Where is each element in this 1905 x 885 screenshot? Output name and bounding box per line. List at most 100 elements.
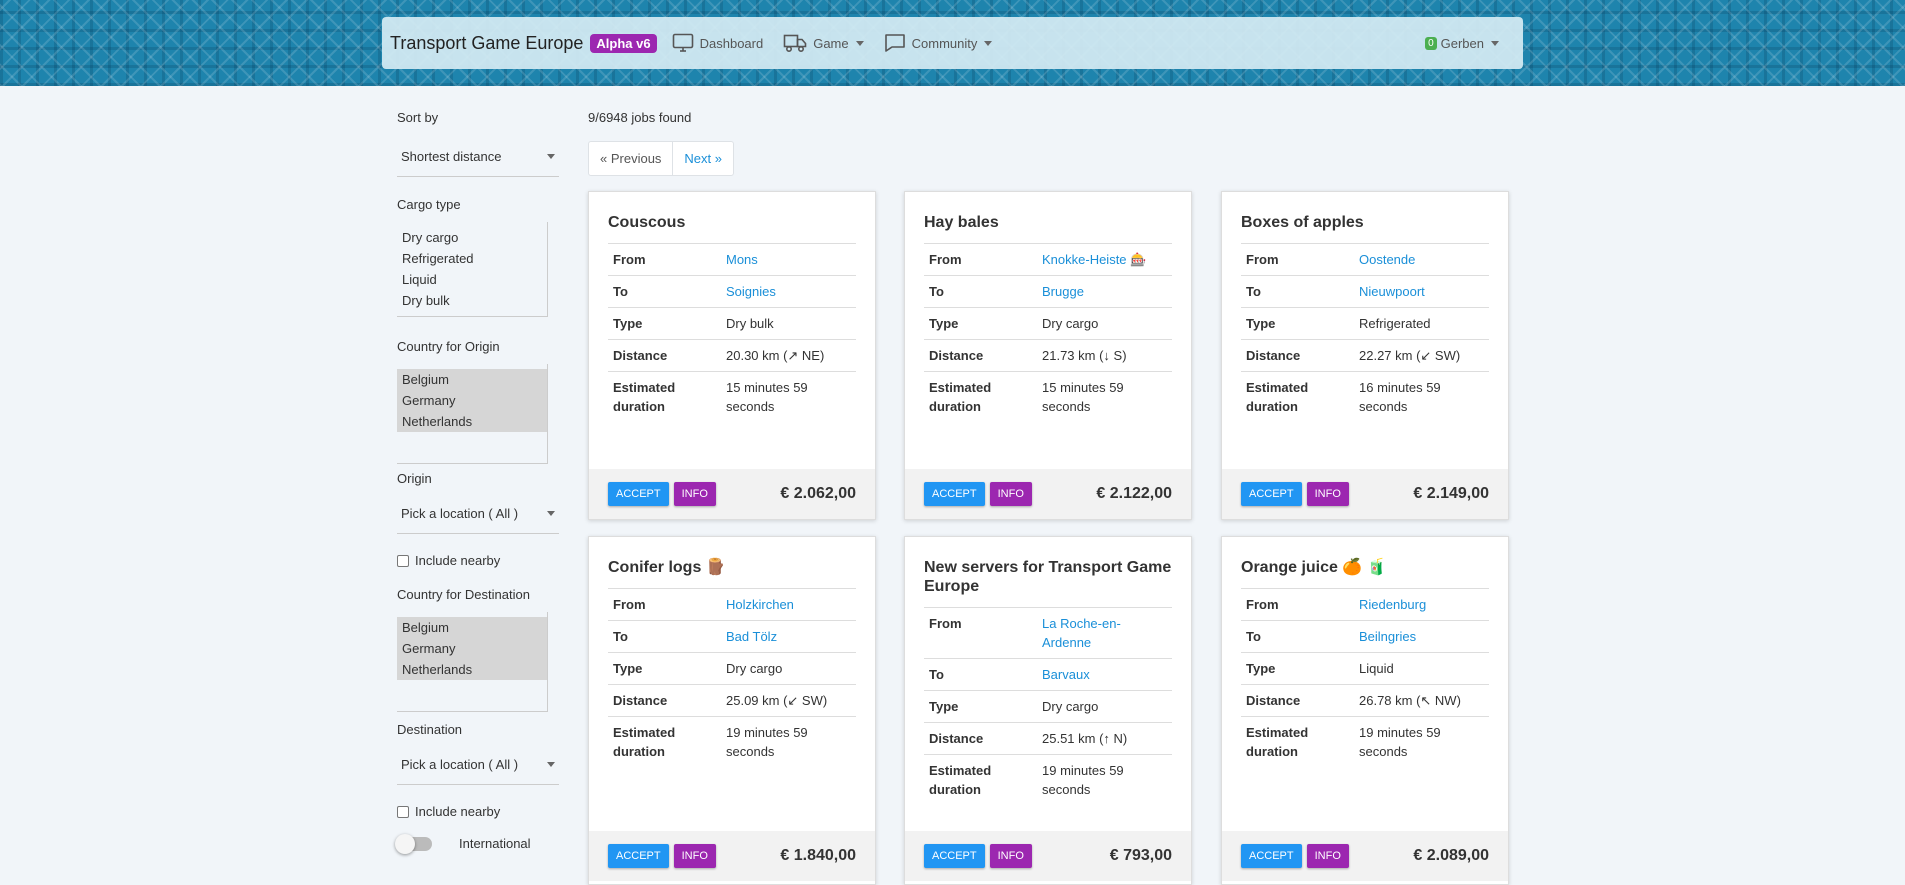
from-label: From xyxy=(929,252,962,267)
dest-include-nearby[interactable]: Include nearby xyxy=(397,804,559,819)
from-link[interactable]: Oostende xyxy=(1359,250,1484,269)
nav-dashboard-label: Dashboard xyxy=(699,35,764,51)
type-value: Dry cargo xyxy=(1042,316,1099,331)
from-label: From xyxy=(929,616,962,631)
job-duration-row: Estimated duration 19 minutes 59 seconds xyxy=(1241,717,1489,767)
cargo-option[interactable]: Dry cargo xyxy=(397,227,547,248)
sort-label: Sort by xyxy=(397,110,439,125)
nav-game[interactable]: Game xyxy=(783,33,864,53)
type-label: Type xyxy=(613,661,643,676)
job-card-footer: ACCEPT INFO € 1.840,00 xyxy=(589,831,875,881)
from-label: From xyxy=(613,252,646,267)
type-label: Type xyxy=(613,316,643,331)
to-link[interactable]: Beilngries xyxy=(1359,627,1484,646)
to-link[interactable]: Barvaux xyxy=(1042,665,1167,684)
dest-country-option[interactable]: Belgium xyxy=(397,617,547,638)
accept-button[interactable]: ACCEPT xyxy=(608,844,669,868)
nav-community[interactable]: Community xyxy=(884,33,993,53)
to-link[interactable]: Bad Tölz xyxy=(726,627,851,646)
info-button[interactable]: INFO xyxy=(989,482,1032,506)
accept-button[interactable]: ACCEPT xyxy=(924,844,985,868)
info-button[interactable]: INFO xyxy=(1306,844,1349,868)
accept-button[interactable]: ACCEPT xyxy=(924,482,985,506)
user-menu[interactable]: 0 Gerben xyxy=(1425,36,1499,51)
brand-title[interactable]: Transport Game Europe xyxy=(390,33,583,54)
origin-select[interactable]: Pick a location ( All ) xyxy=(397,500,559,534)
from-label: From xyxy=(613,597,646,612)
type-value: Liquid xyxy=(1359,661,1394,676)
version-badge: Alpha v6 xyxy=(590,33,657,53)
dest-country-listbox[interactable]: Belgium Germany Netherlands xyxy=(397,612,548,712)
from-link[interactable]: Riedenburg xyxy=(1359,595,1484,614)
sort-select[interactable]: Shortest distance xyxy=(397,143,559,177)
from-link[interactable]: Holzkirchen xyxy=(726,595,851,614)
from-link[interactable]: La Roche-en-Ardenne xyxy=(1042,614,1167,652)
accept-button[interactable]: ACCEPT xyxy=(1241,844,1302,868)
dest-country-option[interactable]: Germany xyxy=(397,638,547,659)
cargo-type-listbox[interactable]: Dry cargo Refrigerated Liquid Dry bulk xyxy=(397,222,548,317)
chevron-down-icon xyxy=(855,40,864,46)
dropdown-arrow-icon xyxy=(547,511,555,516)
duration-label: Estimated duration xyxy=(613,725,676,759)
from-link[interactable]: Mons xyxy=(726,250,851,269)
job-title: Couscous xyxy=(608,214,686,231)
notification-count-badge: 0 xyxy=(1425,36,1437,50)
dest-nearby-checkbox[interactable] xyxy=(397,805,409,818)
job-to-row: To Barvaux xyxy=(924,659,1172,691)
nav-community-label: Community xyxy=(911,35,978,51)
accept-button[interactable]: ACCEPT xyxy=(1241,482,1302,506)
nav-dashboard[interactable]: Dashboard xyxy=(672,33,764,53)
info-button[interactable]: INFO xyxy=(1306,482,1349,506)
international-switch[interactable] xyxy=(395,833,432,854)
job-type-row: Type Dry cargo xyxy=(608,653,856,685)
info-button[interactable]: INFO xyxy=(673,844,716,868)
origin-label: Origin xyxy=(397,471,432,486)
from-label: From xyxy=(1246,597,1279,612)
origin-country-listbox[interactable]: Belgium Germany Netherlands xyxy=(397,364,548,464)
sort-value: Shortest distance xyxy=(401,149,502,164)
origin-country-option[interactable]: Netherlands xyxy=(397,411,547,432)
origin-country-option[interactable]: Belgium xyxy=(397,369,547,390)
job-title: Hay bales xyxy=(924,214,999,231)
info-button[interactable]: INFO xyxy=(673,482,716,506)
cargo-option[interactable]: Dry bulk xyxy=(397,290,547,311)
duration-value: 16 minutes 59 seconds xyxy=(1359,380,1441,414)
next-page-button[interactable]: Next » xyxy=(673,142,733,175)
dropdown-arrow-icon xyxy=(547,154,555,159)
previous-page-button[interactable]: « Previous xyxy=(589,142,674,175)
job-duration-row: Estimated duration 16 minutes 59 seconds xyxy=(1241,372,1489,422)
origin-include-nearby[interactable]: Include nearby xyxy=(397,553,559,568)
job-card-footer: ACCEPT INFO € 2.062,00 xyxy=(589,469,875,519)
distance-value: 25.09 km (↙ SW) xyxy=(726,693,828,708)
job-card-footer: ACCEPT INFO € 2.089,00 xyxy=(1222,831,1508,881)
job-from-row: From Knokke-Heiste 🎰 xyxy=(924,244,1172,276)
job-to-row: To Soignies xyxy=(608,276,856,308)
cargo-option[interactable]: Liquid xyxy=(397,269,547,290)
job-details: From Oostende To Nieuwpoort Type Refrigerat… xyxy=(1241,243,1489,422)
destination-select[interactable]: Pick a location ( All ) xyxy=(397,751,559,785)
to-link[interactable]: Nieuwpoort xyxy=(1359,282,1484,301)
type-value: Dry cargo xyxy=(726,661,783,676)
nav-game-label: Game xyxy=(813,35,849,51)
accept-button[interactable]: ACCEPT xyxy=(608,482,669,506)
origin-nearby-checkbox[interactable] xyxy=(397,554,409,567)
origin-country-option[interactable]: Germany xyxy=(397,390,547,411)
from-link[interactable]: Knokke-Heiste 🎰 xyxy=(1042,250,1167,269)
cargo-option[interactable]: Refrigerated xyxy=(397,248,547,269)
dest-country-option[interactable]: Netherlands xyxy=(397,659,547,680)
duration-label: Estimated duration xyxy=(929,380,992,414)
job-card: New servers for Transport Game Europe Fr… xyxy=(904,536,1192,885)
type-value: Dry cargo xyxy=(1042,699,1099,714)
to-link[interactable]: Soignies xyxy=(726,282,851,301)
job-type-row: Type Liquid xyxy=(1241,653,1489,685)
info-button[interactable]: INFO xyxy=(989,844,1032,868)
dest-nearby-label: Include nearby xyxy=(415,804,501,819)
duration-value: 19 minutes 59 seconds xyxy=(726,725,808,759)
job-duration-row: Estimated duration 19 minutes 59 seconds xyxy=(924,755,1172,805)
job-title: Orange juice 🍊 🧃 xyxy=(1241,559,1387,576)
navbar: Transport Game Europe Alpha v6 Dashboard… xyxy=(382,17,1523,69)
to-link[interactable]: Brugge xyxy=(1042,282,1167,301)
international-toggle[interactable]: International xyxy=(395,833,559,854)
destination-value: Pick a location ( All ) xyxy=(401,757,519,772)
job-type-row: Type Dry bulk xyxy=(608,308,856,340)
